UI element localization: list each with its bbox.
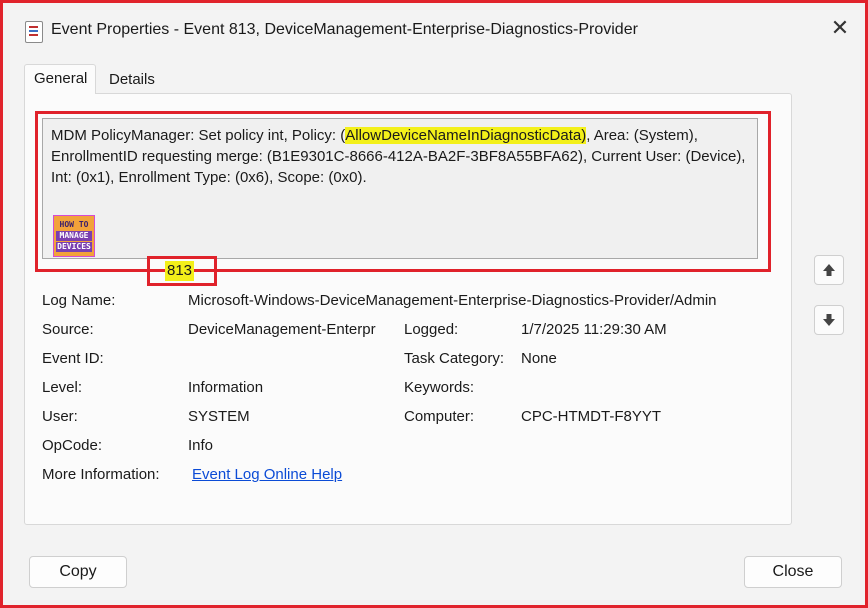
source-label: Source:	[42, 321, 94, 338]
opcode-label: OpCode:	[42, 437, 103, 454]
next-event-button[interactable]	[814, 305, 844, 335]
computer-value[interactable]: CPC-HTMDT-F8YYT	[521, 406, 771, 428]
event-id-label: Event ID:	[42, 350, 104, 367]
event-id-value[interactable]: 813	[165, 261, 195, 281]
logged-value[interactable]: 1/7/2025 11:29:30 AM	[521, 319, 771, 341]
keywords-value[interactable]	[521, 377, 771, 399]
keywords-label: Keywords:	[404, 379, 475, 396]
copy-button[interactable]: Copy	[29, 556, 127, 588]
arrow-down-icon	[823, 314, 835, 326]
arrow-up-icon	[823, 264, 835, 276]
event-viewer-icon	[25, 21, 43, 43]
event-properties-window: Event Properties - Event 813, DeviceMana…	[0, 0, 868, 608]
title-bar: Event Properties - Event 813, DeviceMana…	[3, 3, 865, 55]
event-log-online-help-link[interactable]: Event Log Online Help	[192, 464, 442, 486]
level-label: Level:	[42, 379, 83, 396]
event-description[interactable]: MDM PolicyManager: Set policy int, Polic…	[42, 118, 758, 259]
user-label: User:	[42, 408, 78, 425]
general-panel: MDM PolicyManager: Set policy int, Polic…	[24, 93, 792, 525]
event-fields: Log Name: Microsoft-Windows-DeviceManage…	[42, 290, 777, 520]
tab-general[interactable]: General	[24, 64, 96, 94]
logo-line-2: MANAGE	[56, 231, 92, 241]
window-title: Event Properties - Event 813, DeviceMana…	[51, 21, 638, 38]
computer-label: Computer:	[404, 408, 475, 425]
source-value[interactable]: DeviceManagement-Enterpr	[188, 319, 392, 341]
level-value[interactable]: Information	[188, 377, 392, 399]
task-category-label: Task Category:	[404, 350, 505, 367]
close-icon[interactable]: ✕	[829, 17, 851, 39]
log-name-label: Log Name:	[42, 292, 116, 309]
tab-details[interactable]: Details	[100, 67, 164, 94]
more-information-label: More Information:	[42, 466, 160, 483]
description-text-before: MDM PolicyManager: Set policy int, Polic…	[51, 127, 346, 144]
how-to-manage-devices-logo: HOW TO MANAGE DEVICES	[53, 215, 95, 257]
logo-line-1: HOW TO	[59, 220, 89, 229]
logo-line-3: DEVICES	[56, 242, 92, 252]
description-policy-highlight: AllowDeviceNameInDiagnosticData)	[345, 127, 587, 144]
task-category-value[interactable]: None	[521, 348, 771, 370]
log-name-value[interactable]: Microsoft-Windows-DeviceManagement-Enter…	[188, 290, 768, 312]
user-value[interactable]: SYSTEM	[188, 406, 392, 428]
opcode-value[interactable]: Info	[188, 435, 392, 457]
logged-label: Logged:	[404, 321, 459, 338]
close-button[interactable]: Close	[744, 556, 842, 588]
previous-event-button[interactable]	[814, 255, 844, 285]
